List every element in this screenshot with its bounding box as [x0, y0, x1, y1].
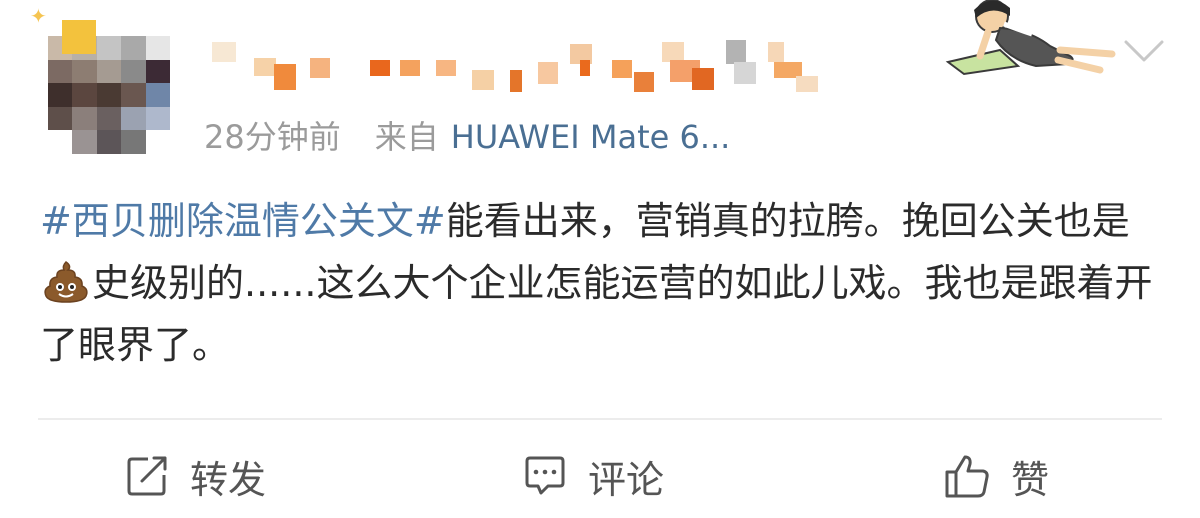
post-text-part-1: 能看出来，营销真的拉胯。挽回公关也是 — [445, 199, 1130, 243]
post-text-part-2: 史级别的......这么大个企业怎能运营的如此儿戏。我也是跟着开了眼界了。 — [40, 261, 1153, 367]
device-link[interactable]: HUAWEI Mate 6... — [451, 118, 731, 156]
repost-label: 转发 — [190, 457, 267, 502]
comment-button[interactable]: 评论 — [522, 448, 664, 504]
like-label: 赞 — [1011, 457, 1050, 502]
repost-icon — [127, 456, 167, 496]
divider — [38, 418, 1162, 420]
decorative-cartoon-icon — [945, 0, 1116, 76]
thumbs-up-icon — [945, 455, 989, 498]
username-mosaic[interactable] — [210, 40, 820, 92]
repost-button[interactable]: 转发 — [124, 448, 266, 504]
post-text: #西贝删除温情公关文#能看出来，营销真的拉胯。挽回公关也是 史级别的......… — [40, 190, 1165, 376]
like-button[interactable]: 赞 — [943, 448, 1049, 504]
comment-label: 评论 — [588, 457, 665, 502]
topic-link[interactable]: #西贝删除温情公关文# — [40, 199, 446, 243]
sparkle-icon: ✦ — [30, 4, 47, 28]
comment-icon — [525, 456, 565, 495]
post-meta: 28分钟前 来自 HUAWEI Mate 6... — [204, 112, 730, 158]
poop-emoji-icon — [44, 261, 88, 303]
post-time: 28分钟前 — [204, 118, 341, 156]
avatar-badge-icon — [62, 20, 96, 54]
chevron-down-icon[interactable] — [1118, 32, 1170, 72]
source-label: 来自 — [374, 118, 439, 156]
